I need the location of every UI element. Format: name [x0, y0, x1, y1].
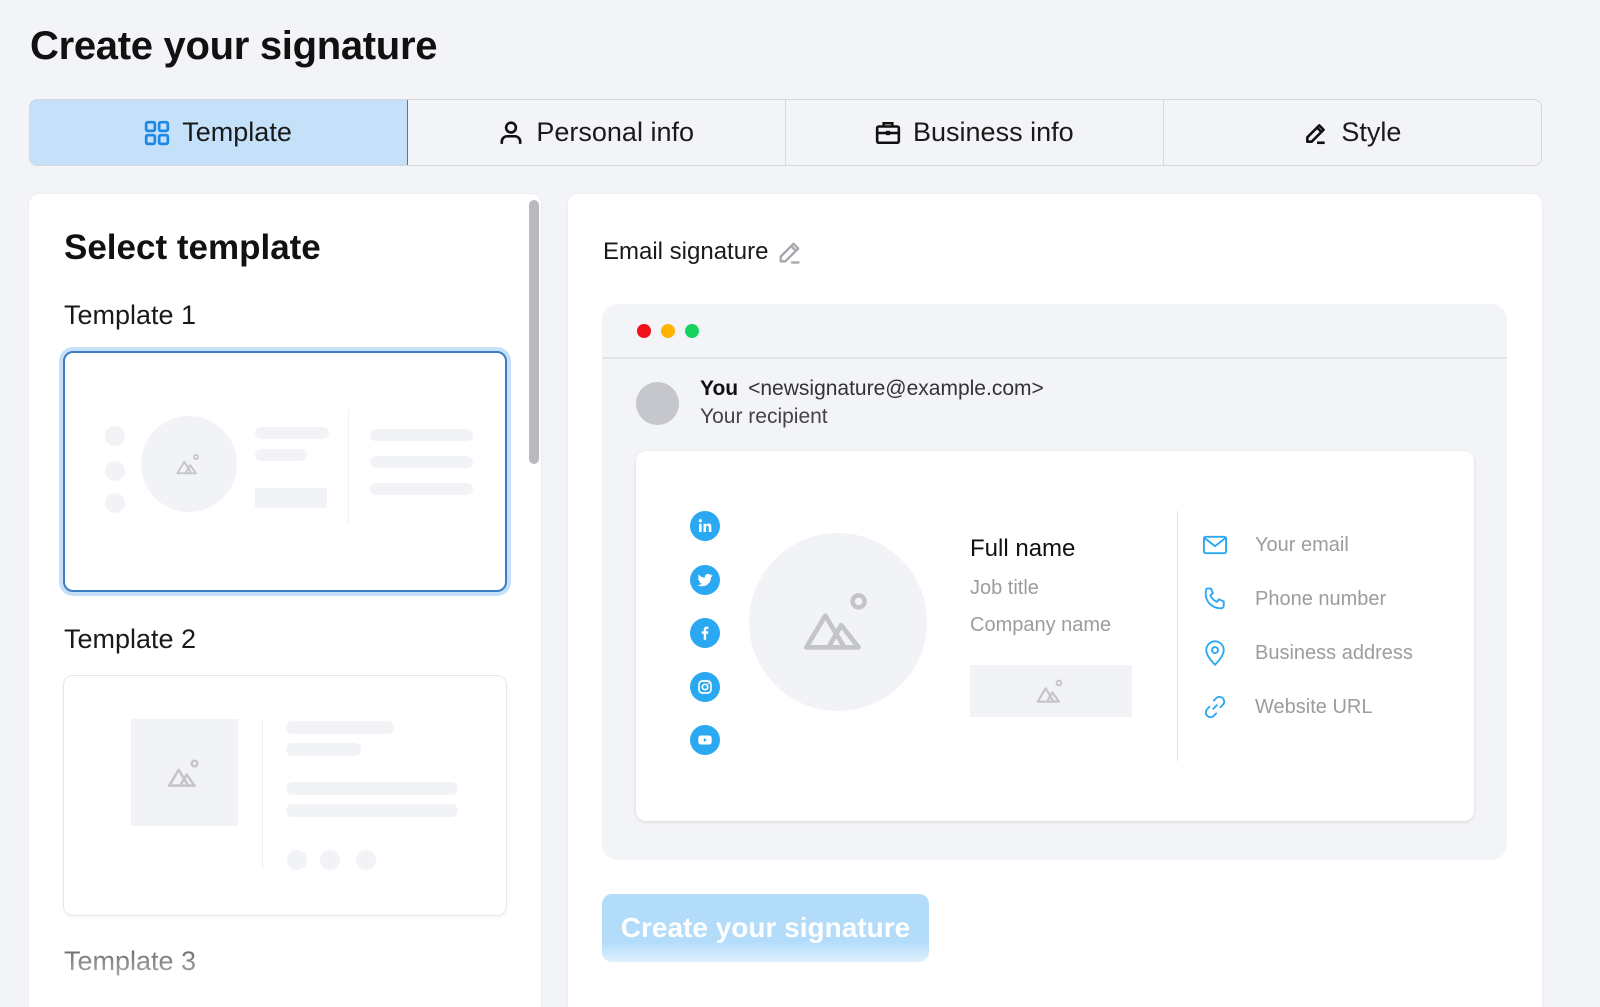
mail-icon [1202, 535, 1228, 555]
job-title: Job title [970, 577, 1039, 599]
full-name: Full name [970, 535, 1076, 562]
column-divider [1177, 511, 1178, 761]
tab-label: Style [1341, 117, 1402, 147]
template-1-label: Template 1 [64, 300, 197, 330]
create-signature-button[interactable]: Create your signature [602, 894, 929, 962]
signature-card: Full name Job title Company name Your em… [636, 451, 1474, 821]
facebook-icon[interactable] [690, 618, 720, 648]
window-controls [637, 324, 699, 338]
image-placeholder-icon [176, 454, 199, 475]
pencil-icon [1306, 123, 1326, 144]
youtube-icon[interactable] [690, 725, 720, 755]
profile-photo-placeholder[interactable] [749, 533, 927, 711]
phone-icon [1204, 587, 1225, 610]
edit-pencil-icon[interactable] [776, 238, 804, 266]
tab-label: Business info [913, 117, 1074, 147]
instagram-icon[interactable] [690, 672, 720, 702]
company-logo-placeholder[interactable] [970, 665, 1132, 717]
select-template-heading: Select template [64, 228, 321, 267]
tab-label: Personal info [536, 117, 694, 147]
template-list-scrollbar[interactable] [529, 200, 539, 464]
sender-email: <newsignature@example.com> [748, 377, 1044, 400]
divider [602, 357, 1507, 359]
template-2-card[interactable] [63, 675, 507, 916]
contact-website: Website URL [1201, 693, 1372, 721]
sender-line: You <newsignature@example.com> [700, 377, 1044, 401]
linkedin-icon[interactable] [690, 511, 720, 541]
signature-title-text: Email signature [603, 238, 769, 265]
template-3-label[interactable]: Template 3 [64, 946, 196, 977]
tab-personal-info[interactable]: Personal info [408, 100, 786, 165]
contact-email: Your email [1201, 531, 1349, 559]
template-selector-panel: Select template Template 1 Template 2 Te… [29, 194, 541, 1007]
email-preview-window: You <newsignature@example.com> Your recip… [602, 304, 1507, 860]
template-1-card[interactable] [63, 351, 507, 592]
maximize-dot [685, 324, 699, 338]
contact-phone: Phone number [1201, 585, 1386, 613]
template-2-label: Template 2 [64, 624, 197, 654]
location-pin-icon [1205, 640, 1225, 666]
grid-icon [145, 120, 170, 145]
company-name: Company name [970, 614, 1112, 636]
tab-label: Template [182, 117, 292, 147]
briefcase-icon [875, 121, 901, 144]
image-placeholder-icon [1036, 679, 1063, 703]
tab-business-info[interactable]: Business info [786, 100, 1164, 165]
minimize-dot [661, 324, 675, 338]
tab-template[interactable]: Template [30, 100, 408, 165]
recipient: Your recipient [700, 405, 828, 428]
page-title: Create your signature [30, 24, 438, 68]
signature-preview-panel: Email signature You <newsignature@example… [568, 194, 1542, 1007]
sender-avatar [636, 382, 679, 425]
step-tabs: Template Personal info Business info Sty… [29, 99, 1542, 166]
signature-title: Email signature [603, 238, 804, 266]
user-icon [500, 120, 522, 144]
twitter-icon[interactable] [690, 565, 720, 595]
image-placeholder-icon [167, 758, 199, 787]
sender-name: You [700, 377, 739, 400]
contact-address: Business address [1201, 639, 1413, 667]
tab-style[interactable]: Style [1164, 100, 1541, 165]
link-icon [1204, 695, 1226, 719]
image-placeholder-icon [803, 593, 867, 650]
close-dot [637, 324, 651, 338]
